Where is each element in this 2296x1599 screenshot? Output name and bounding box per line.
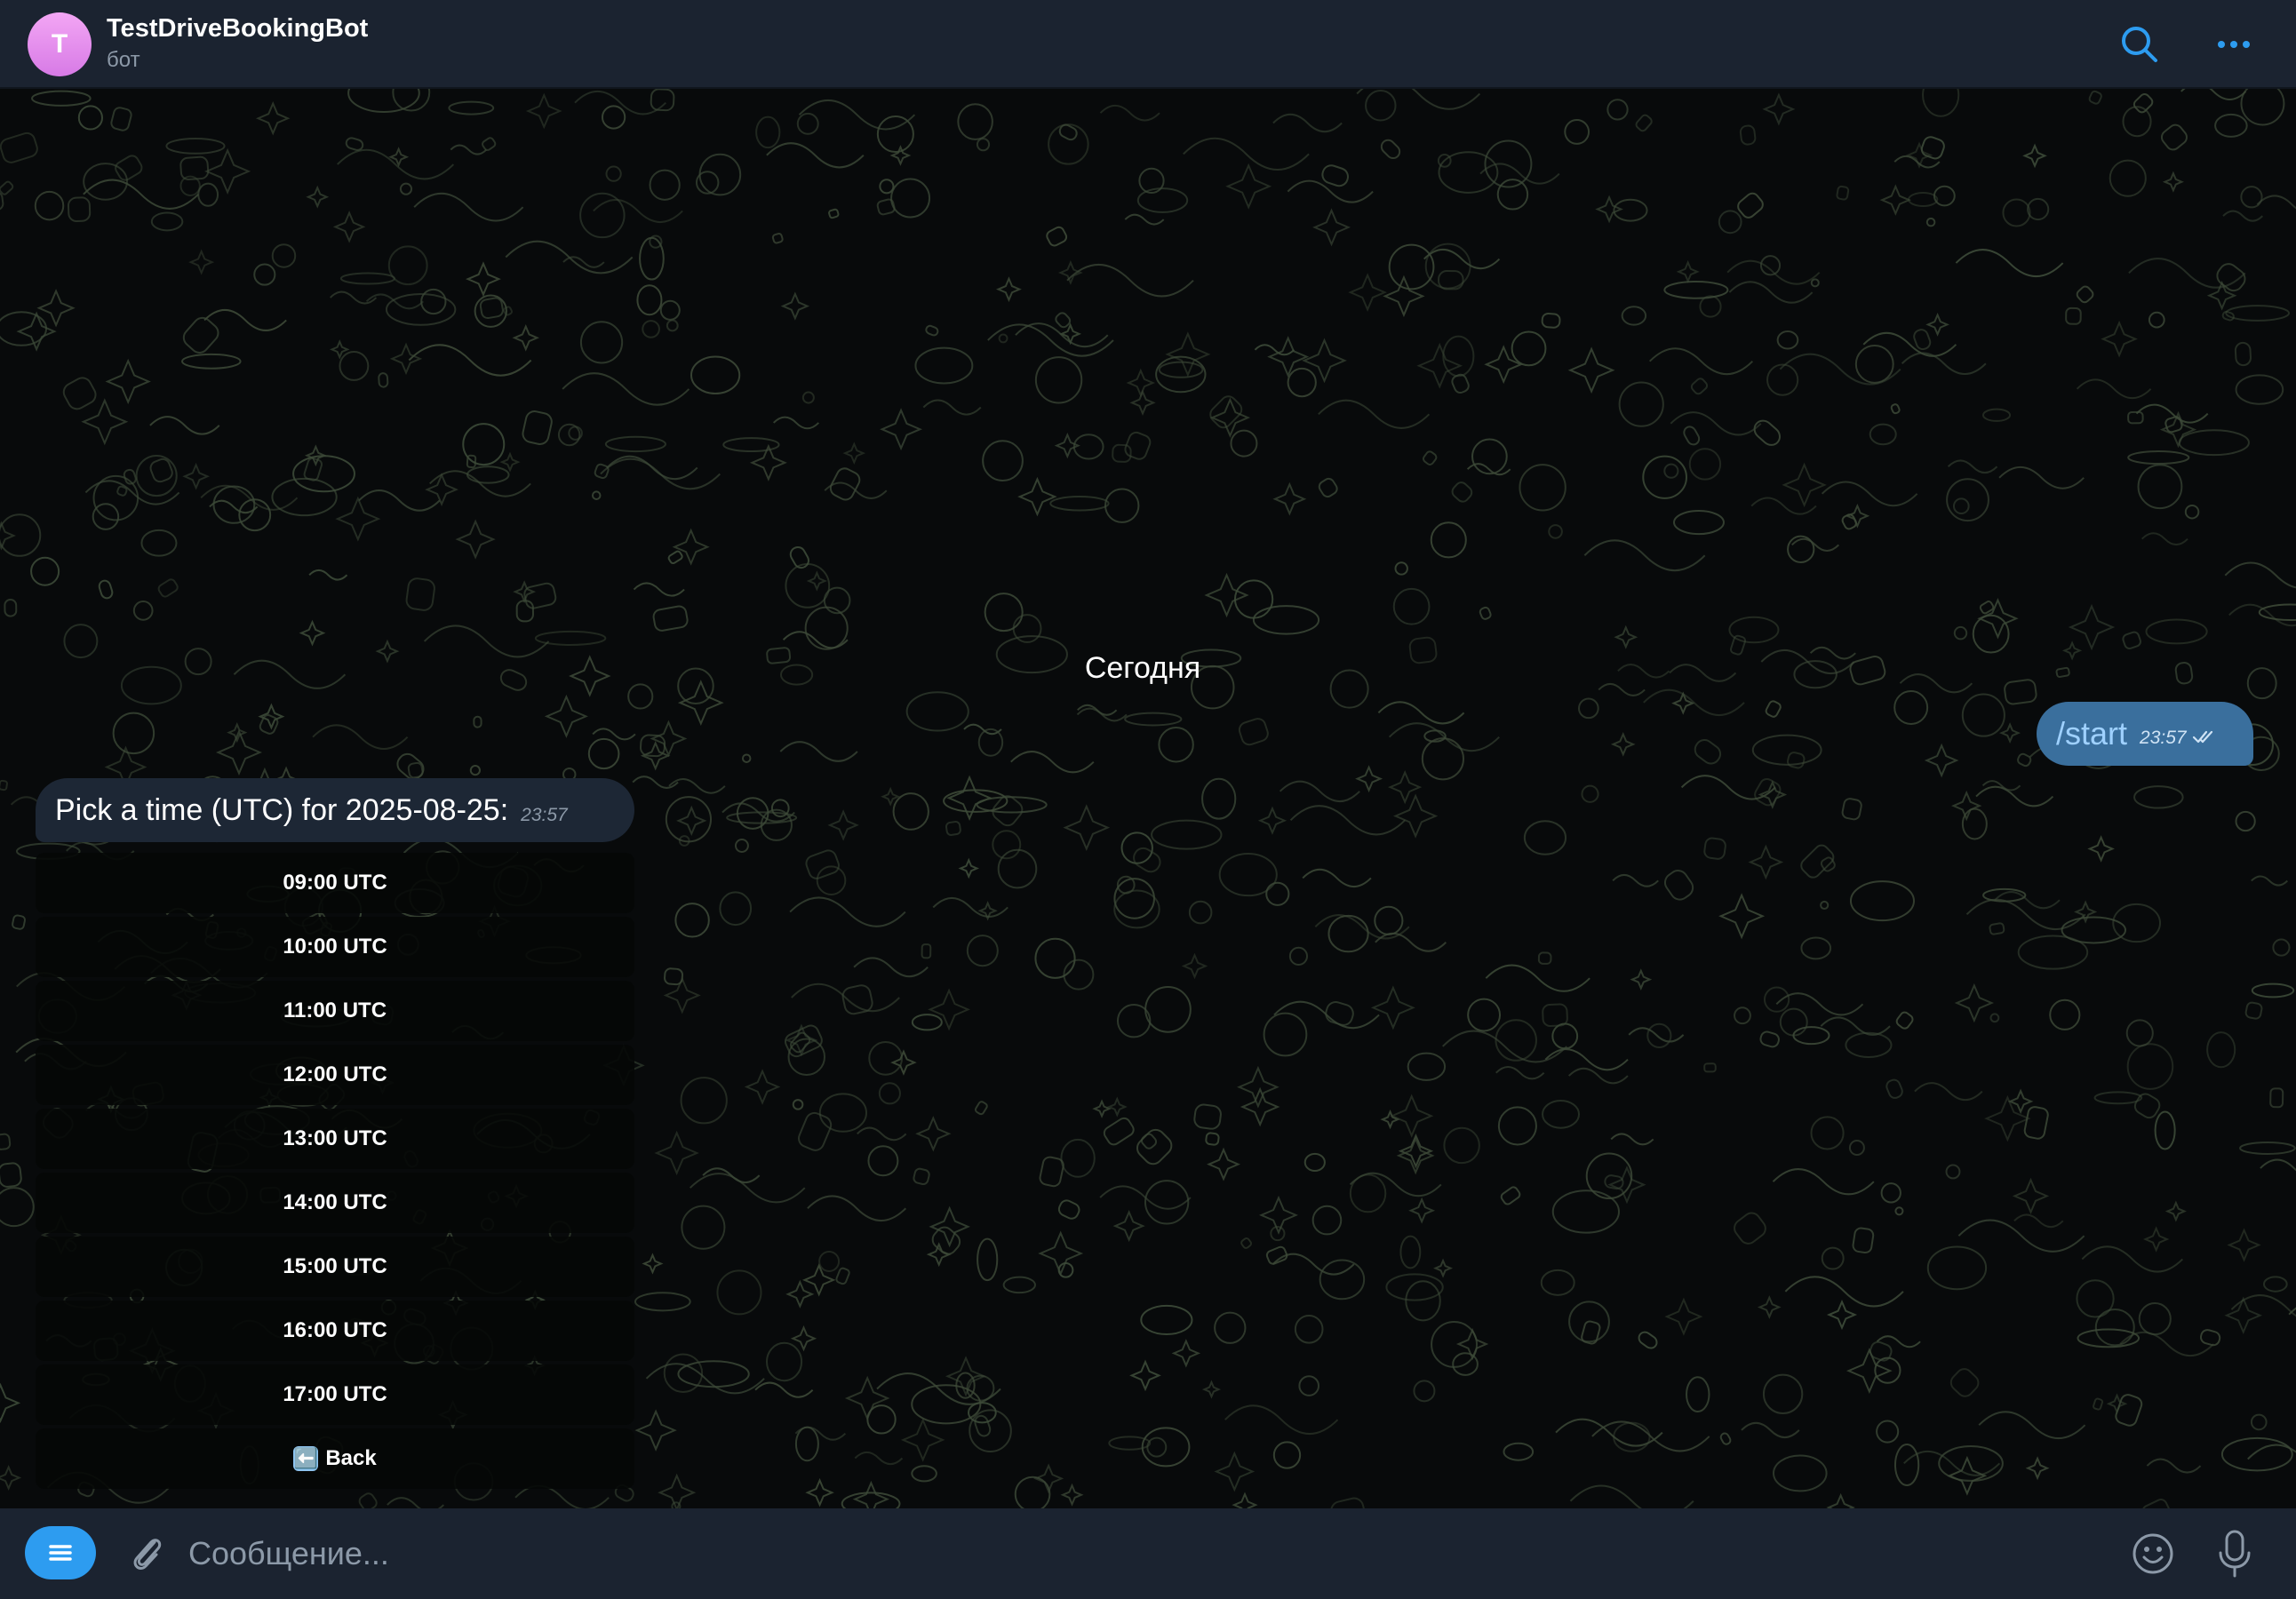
chat-header: T TestDriveBookingBot бот [0, 0, 2296, 89]
time-slot-button[interactable]: 09:00 UTC [36, 853, 634, 913]
time-slot-button[interactable]: 11:00 UTC [36, 981, 634, 1041]
bot-avatar[interactable]: T [28, 12, 92, 76]
time-slot-button[interactable]: 17:00 UTC [36, 1364, 634, 1425]
paperclip-icon[interactable] [124, 1530, 171, 1576]
time-slot-button[interactable]: 16:00 UTC [36, 1301, 634, 1361]
time-slot-button[interactable]: 13:00 UTC [36, 1109, 634, 1169]
chat-title[interactable]: TestDriveBookingBot [107, 14, 368, 44]
message-input[interactable] [187, 1528, 2109, 1579]
incoming-message[interactable]: Pick a time (UTC) for 2025-08-25: 23:57 [36, 778, 634, 842]
inline-keyboard: 09:00 UTC 10:00 UTC 11:00 UTC 12:00 UTC … [36, 853, 634, 1492]
emoji-icon[interactable] [2129, 1530, 2177, 1578]
time-slot-button[interactable]: 12:00 UTC [36, 1045, 634, 1105]
microphone-icon[interactable] [2212, 1528, 2257, 1579]
time-slot-button[interactable]: 14:00 UTC [36, 1173, 634, 1233]
time-slot-button[interactable]: 10:00 UTC [36, 917, 634, 977]
search-icon[interactable] [2117, 21, 2163, 68]
chat-area[interactable]: Сегодня /start 23:57 Pick a time (UTC) f… [0, 89, 2296, 1508]
bot-command-link[interactable]: /start [2056, 715, 2127, 752]
double-check-icon [2192, 730, 2212, 744]
date-separator: Сегодня [1084, 651, 1201, 685]
more-icon[interactable] [2211, 21, 2257, 68]
menu-icon [49, 1545, 72, 1561]
message-composer [0, 1508, 2296, 1599]
back-button[interactable]: ⬅️ Back [36, 1428, 634, 1489]
message-time: 23:57 [2140, 728, 2187, 748]
message-text: Pick a time (UTC) for 2025-08-25: [55, 792, 509, 827]
chat-subtitle: бот [107, 48, 140, 72]
message-time: 23:57 [521, 805, 568, 825]
time-slot-button[interactable]: 15:00 UTC [36, 1237, 634, 1297]
bot-menu-button[interactable] [25, 1526, 96, 1579]
back-arrow-icon: ⬅️ [293, 1446, 319, 1471]
back-button-label: Back [325, 1446, 377, 1470]
outgoing-message[interactable]: /start 23:57 [2037, 702, 2253, 766]
